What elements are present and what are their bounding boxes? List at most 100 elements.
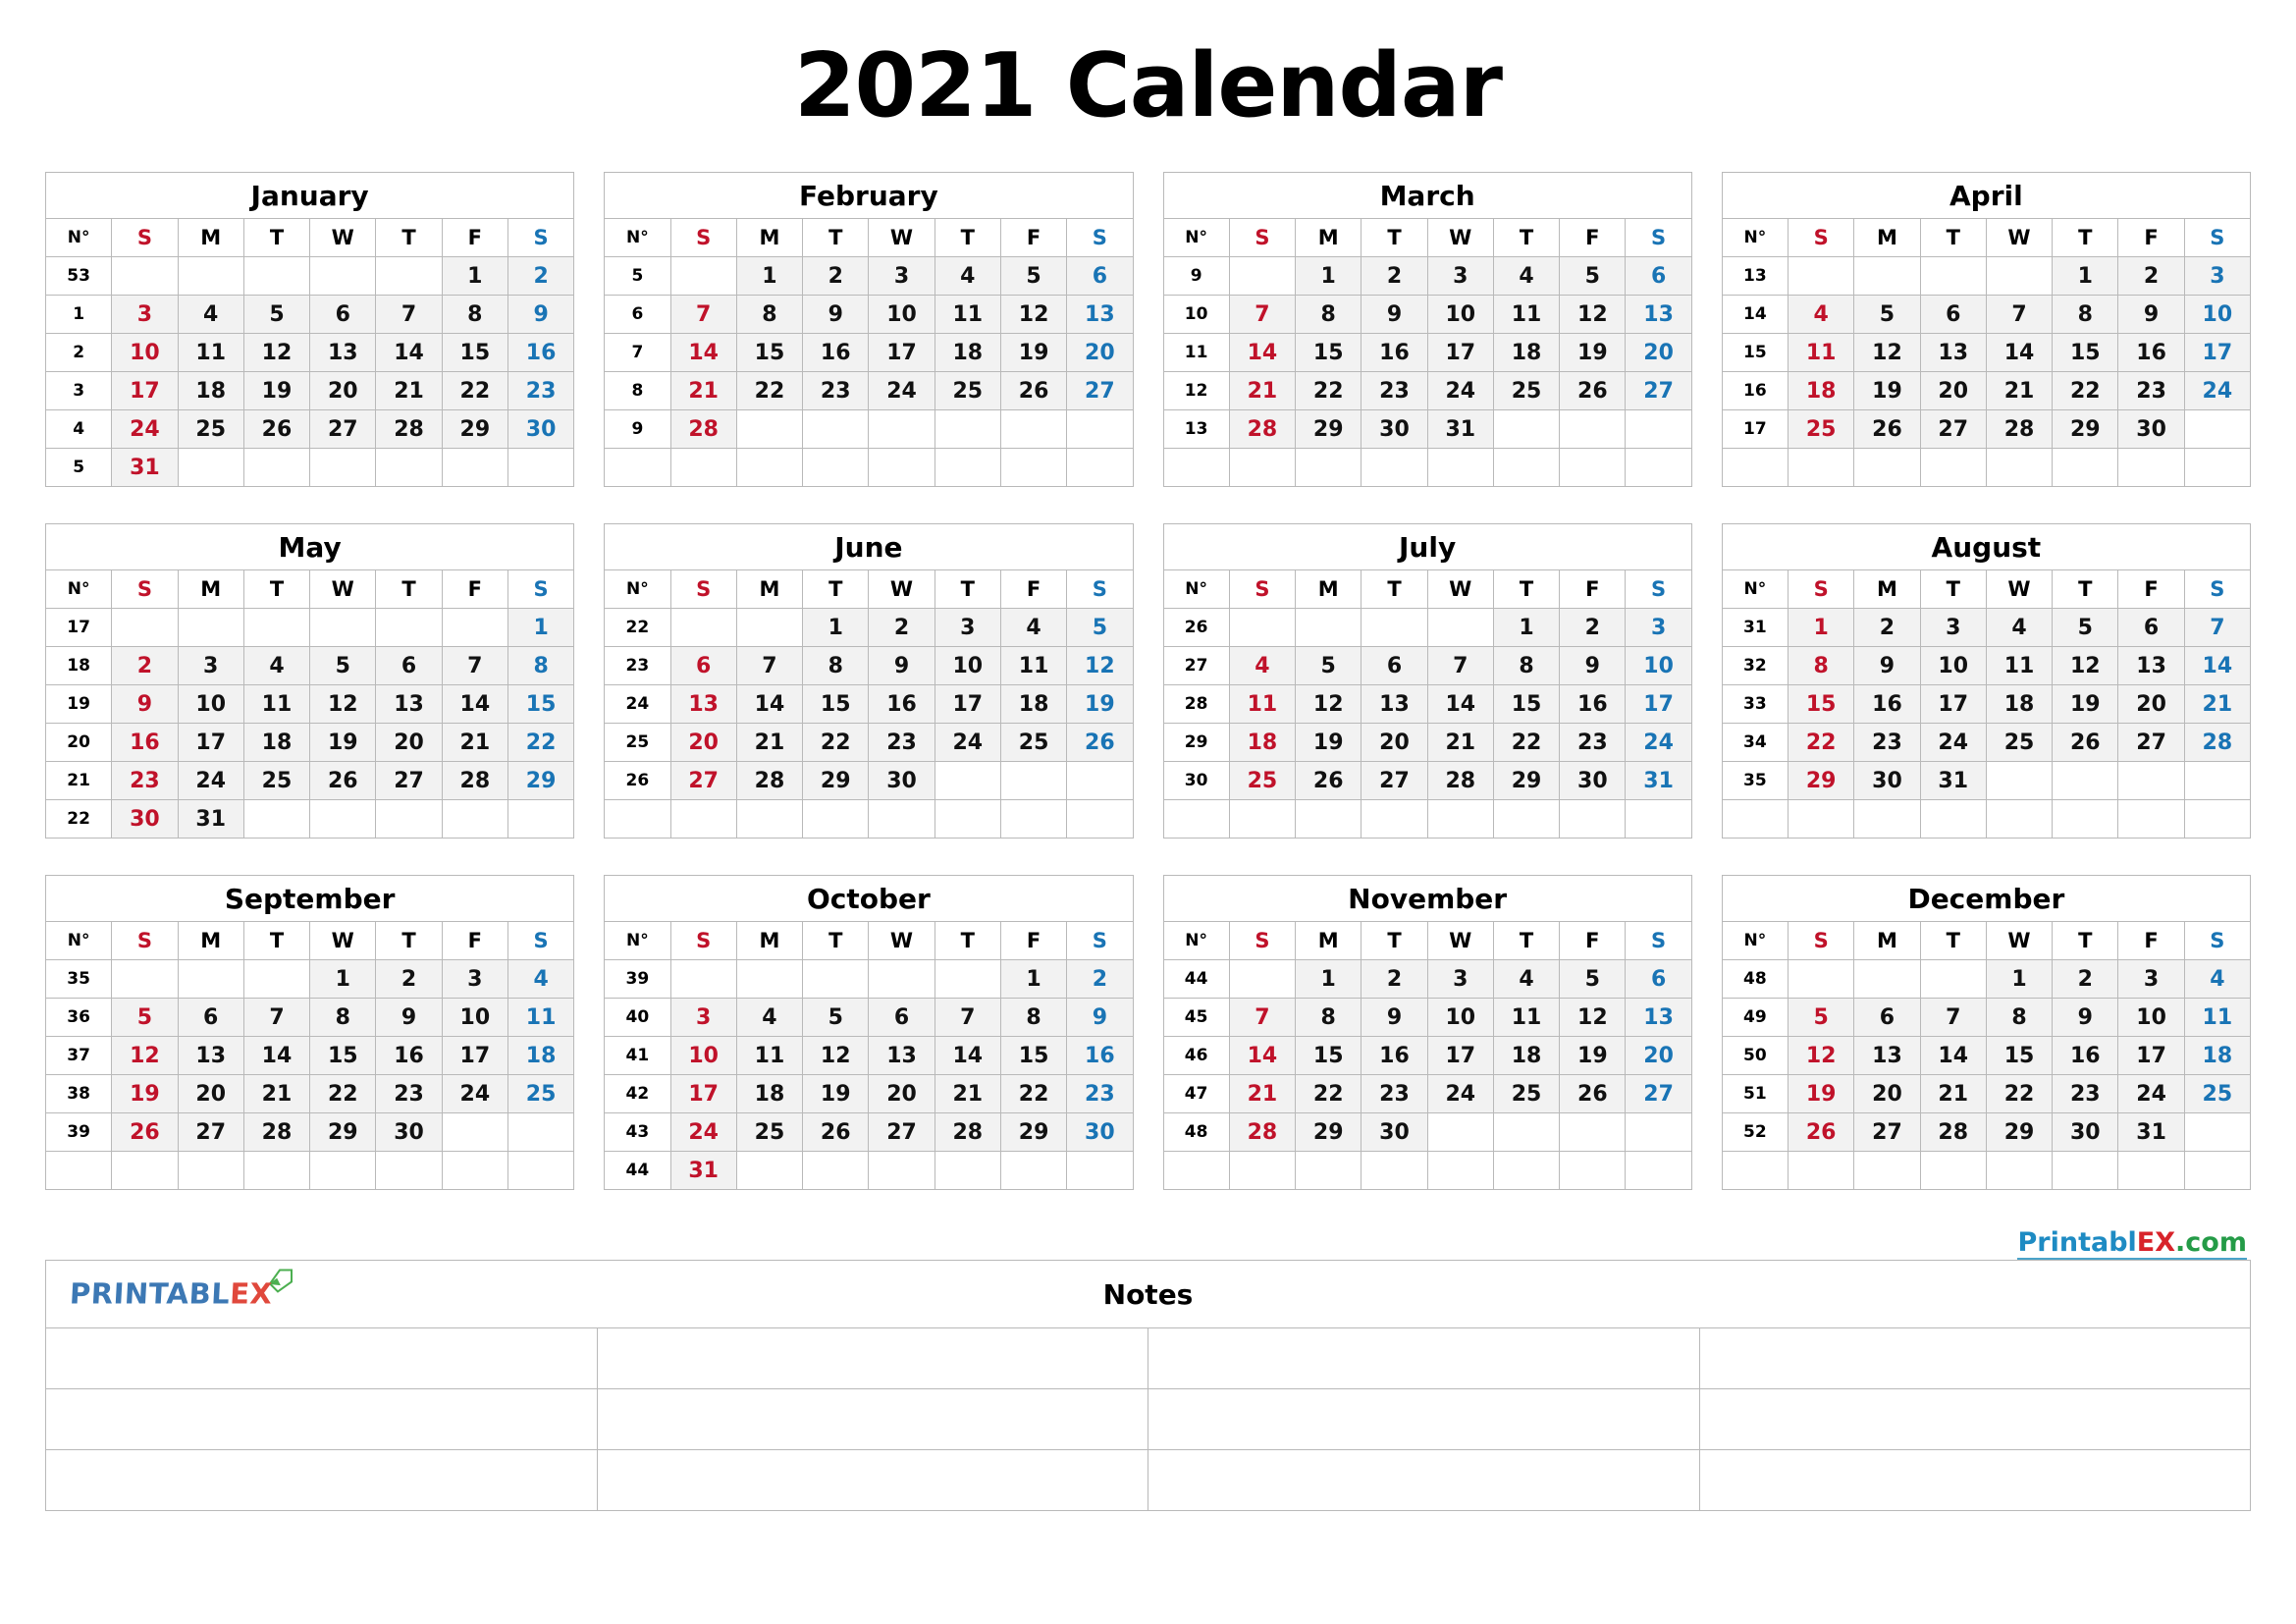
day-cell-7[interactable]: 7 [242,998,311,1037]
day-cell-4[interactable]: 4 [2183,959,2252,999]
day-cell-1[interactable]: 1 [999,959,1068,999]
day-cell-23[interactable]: 23 [868,723,935,762]
day-cell-18[interactable]: 18 [735,1074,804,1113]
day-cell-12[interactable]: 12 [1788,1036,1855,1075]
day-cell-20[interactable]: 20 [2117,684,2185,724]
day-cell-3[interactable]: 3 [111,295,179,334]
day-cell-4[interactable]: 4 [999,608,1068,647]
day-cell-1[interactable]: 1 [735,256,804,296]
day-cell-28[interactable]: 28 [1919,1112,1987,1152]
day-cell-6[interactable]: 6 [309,295,377,334]
day-cell-25[interactable]: 25 [1492,1074,1561,1113]
day-cell-23[interactable]: 23 [375,1074,443,1113]
day-cell-3[interactable]: 3 [2183,256,2252,296]
day-cell-11[interactable]: 11 [1985,646,2054,685]
day-cell-17[interactable]: 17 [934,684,1001,724]
day-cell-22[interactable]: 22 [735,371,804,410]
day-cell-2[interactable]: 2 [111,646,179,685]
day-cell-28[interactable]: 28 [1985,409,2054,449]
day-cell-14[interactable]: 14 [441,684,508,724]
day-cell-12[interactable]: 12 [999,295,1068,334]
day-cell-18[interactable]: 18 [1788,371,1855,410]
day-cell-17[interactable]: 17 [2183,333,2252,372]
day-cell-22[interactable]: 22 [2052,371,2119,410]
day-cell-9[interactable]: 9 [1559,646,1627,685]
day-cell-21[interactable]: 21 [1426,723,1494,762]
day-cell-13[interactable]: 13 [309,333,377,372]
day-cell-14[interactable]: 14 [375,333,443,372]
day-cell-2[interactable]: 2 [802,256,870,296]
day-cell-20[interactable]: 20 [1853,1074,1921,1113]
day-cell-5[interactable]: 5 [242,295,311,334]
day-cell-6[interactable]: 6 [1625,256,1692,296]
day-cell-19[interactable]: 19 [1295,723,1362,762]
day-cell-20[interactable]: 20 [1361,723,1428,762]
day-cell-8[interactable]: 8 [735,295,804,334]
day-cell-22[interactable]: 22 [1295,1074,1362,1113]
day-cell-9[interactable]: 9 [868,646,935,685]
day-cell-26[interactable]: 26 [802,1112,870,1152]
day-cell-3[interactable]: 3 [934,608,1001,647]
day-cell-30[interactable]: 30 [1066,1112,1134,1152]
notes-cell[interactable] [45,1449,598,1511]
day-cell-10[interactable]: 10 [2117,998,2185,1037]
day-cell-25[interactable]: 25 [1228,761,1297,800]
day-cell-4[interactable]: 4 [934,256,1001,296]
day-cell-6[interactable]: 6 [1919,295,1987,334]
day-cell-20[interactable]: 20 [1625,333,1692,372]
day-cell-29[interactable]: 29 [802,761,870,800]
day-cell-5[interactable]: 5 [1853,295,1921,334]
day-cell-6[interactable]: 6 [375,646,443,685]
day-cell-11[interactable]: 11 [1788,333,1855,372]
day-cell-8[interactable]: 8 [1985,998,2054,1037]
day-cell-25[interactable]: 25 [1492,371,1561,410]
day-cell-13[interactable]: 13 [1919,333,1987,372]
day-cell-16[interactable]: 16 [802,333,870,372]
notes-row[interactable] [45,1327,2251,1389]
day-cell-22[interactable]: 22 [441,371,508,410]
day-cell-19[interactable]: 19 [1066,684,1134,724]
day-cell-16[interactable]: 16 [1066,1036,1134,1075]
day-cell-21[interactable]: 21 [735,723,804,762]
day-cell-18[interactable]: 18 [177,371,244,410]
day-cell-5[interactable]: 5 [2052,608,2119,647]
day-cell-9[interactable]: 9 [1853,646,1921,685]
day-cell-3[interactable]: 3 [177,646,244,685]
day-cell-2[interactable]: 2 [2052,959,2119,999]
day-cell-30[interactable]: 30 [375,1112,443,1152]
day-cell-11[interactable]: 11 [1228,684,1297,724]
day-cell-4[interactable]: 4 [242,646,311,685]
day-cell-3[interactable]: 3 [669,998,737,1037]
day-cell-5[interactable]: 5 [1559,256,1627,296]
day-cell-10[interactable]: 10 [1426,998,1494,1037]
day-cell-24[interactable]: 24 [177,761,244,800]
day-cell-19[interactable]: 19 [309,723,377,762]
day-cell-5[interactable]: 5 [999,256,1068,296]
day-cell-7[interactable]: 7 [1426,646,1494,685]
day-cell-9[interactable]: 9 [507,295,575,334]
day-cell-25[interactable]: 25 [177,409,244,449]
day-cell-10[interactable]: 10 [934,646,1001,685]
day-cell-8[interactable]: 8 [802,646,870,685]
day-cell-21[interactable]: 21 [242,1074,311,1113]
day-cell-10[interactable]: 10 [868,295,935,334]
day-cell-16[interactable]: 16 [375,1036,443,1075]
day-cell-2[interactable]: 2 [1066,959,1134,999]
day-cell-11[interactable]: 11 [735,1036,804,1075]
day-cell-27[interactable]: 27 [1361,761,1428,800]
day-cell-13[interactable]: 13 [375,684,443,724]
day-cell-24[interactable]: 24 [1426,371,1494,410]
day-cell-20[interactable]: 20 [177,1074,244,1113]
day-cell-26[interactable]: 26 [1788,1112,1855,1152]
day-cell-29[interactable]: 29 [507,761,575,800]
day-cell-1[interactable]: 1 [309,959,377,999]
day-cell-25[interactable]: 25 [735,1112,804,1152]
day-cell-17[interactable]: 17 [177,723,244,762]
day-cell-13[interactable]: 13 [177,1036,244,1075]
day-cell-7[interactable]: 7 [441,646,508,685]
day-cell-15[interactable]: 15 [1492,684,1561,724]
day-cell-14[interactable]: 14 [1426,684,1494,724]
notes-cell[interactable] [1698,1327,2251,1389]
notes-cell[interactable] [1698,1388,2251,1450]
day-cell-28[interactable]: 28 [1228,409,1297,449]
